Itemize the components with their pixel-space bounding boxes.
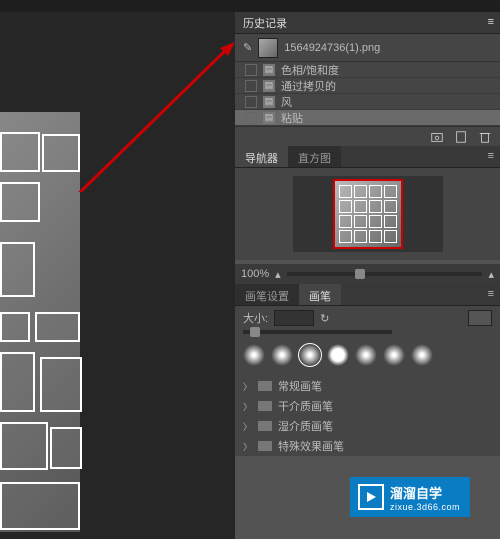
tab-histogram[interactable]: 直方图 [288, 146, 341, 167]
brush-source-icon[interactable]: ✎ [243, 41, 252, 54]
brush-folder[interactable]: 〉 湿介质画笔 [235, 416, 500, 436]
new-document-icon[interactable] [454, 130, 468, 144]
navigator-preview[interactable] [293, 176, 443, 252]
brand-url: zixue.3d66.com [390, 502, 460, 512]
history-item-label: 粘贴 [281, 110, 303, 126]
folder-label: 干介质画笔 [278, 398, 333, 414]
history-list: ✎ 1564924736(1).png ▤ 色相/饱和度 ▤ 通过拷贝的 ▤ 风 [235, 34, 500, 146]
chevron-right-icon: 〉 [243, 440, 252, 453]
history-panel-header: 历史记录 ≡ [235, 12, 500, 34]
history-thumbnail [258, 38, 278, 58]
panel-menu-icon[interactable]: ≡ [482, 146, 500, 167]
slider-thumb[interactable] [250, 327, 260, 337]
tab-brushes[interactable]: 画笔 [299, 284, 341, 305]
folder-label: 湿介质画笔 [278, 418, 333, 434]
navigator-body [235, 168, 500, 260]
history-title: 历史记录 [243, 15, 287, 31]
brush-size-slider[interactable] [243, 330, 392, 334]
brush-preset[interactable] [355, 344, 377, 366]
brush-preview-toggle[interactable] [468, 310, 492, 326]
navigator-zoom-row: 100% ▴ ▴ [235, 264, 500, 284]
layer-icon: ▤ [263, 112, 275, 124]
tab-brush-settings[interactable]: 画笔设置 [235, 284, 299, 305]
brush-size-input[interactable] [274, 310, 314, 326]
brush-presets [235, 338, 500, 376]
zoom-in-icon[interactable]: ▴ [488, 268, 494, 281]
brush-size-label: 大小: [243, 310, 268, 326]
brush-tabs: 画笔设置 画笔 ≡ [235, 284, 500, 306]
history-item[interactable]: ▤ 风 [235, 94, 500, 110]
chevron-right-icon: 〉 [243, 420, 252, 433]
brush-folder[interactable]: 〉 特殊效果画笔 [235, 436, 500, 456]
play-icon [358, 484, 384, 510]
history-item[interactable]: ▤ 粘贴 [235, 110, 500, 126]
history-slot[interactable] [245, 96, 257, 108]
folder-icon [258, 401, 272, 411]
folder-icon [258, 381, 272, 391]
layer-icon: ▤ [263, 64, 275, 76]
history-footer [235, 126, 500, 146]
history-item-label: 通过拷贝的 [281, 78, 336, 94]
history-item[interactable]: ▤ 通过拷贝的 [235, 78, 500, 94]
chevron-right-icon: 〉 [243, 400, 252, 413]
folder-label: 常规画笔 [278, 378, 322, 394]
history-item-label: 色相/饱和度 [281, 62, 339, 78]
folder-label: 特殊效果画笔 [278, 438, 344, 454]
brush-preset[interactable] [411, 344, 433, 366]
chevron-right-icon: 〉 [243, 380, 252, 393]
history-item[interactable]: ▤ 色相/饱和度 [235, 62, 500, 78]
history-slot[interactable] [245, 80, 257, 92]
zoom-slider-thumb[interactable] [355, 269, 365, 279]
history-filename: 1564924736(1).png [284, 42, 380, 54]
history-slot[interactable] [245, 112, 257, 124]
trash-icon[interactable] [478, 130, 492, 144]
brush-controls: 大小: ↻ [235, 306, 500, 330]
zoom-out-icon[interactable]: ▴ [275, 268, 281, 281]
annotation-arrow [60, 42, 235, 192]
zoom-value[interactable]: 100% [241, 268, 269, 280]
history-snapshot-row[interactable]: ✎ 1564924736(1).png [235, 34, 500, 62]
flip-icon[interactable]: ↻ [320, 312, 329, 325]
folder-icon [258, 421, 272, 431]
brush-preset[interactable] [299, 344, 321, 366]
canvas-area[interactable] [0, 12, 235, 539]
folder-icon [258, 441, 272, 451]
navigator-tabs: 导航器 直方图 ≡ [235, 146, 500, 168]
brush-preset[interactable] [271, 344, 293, 366]
layer-icon: ▤ [263, 80, 275, 92]
history-item-label: 风 [281, 94, 292, 110]
brush-preset[interactable] [243, 344, 265, 366]
brush-folder[interactable]: 〉 常规画笔 [235, 376, 500, 396]
snapshot-icon[interactable] [430, 130, 444, 144]
brand-name: 溜溜自学 [390, 483, 460, 502]
panel-menu-icon[interactable]: ≡ [488, 16, 494, 28]
navigator-viewport-box[interactable] [333, 179, 403, 249]
brand-watermark: 溜溜自学 zixue.3d66.com [350, 477, 470, 517]
brush-preset[interactable] [383, 344, 405, 366]
brush-preset[interactable] [327, 344, 349, 366]
zoom-slider[interactable] [287, 272, 483, 276]
history-slot[interactable] [245, 64, 257, 76]
tab-navigator[interactable]: 导航器 [235, 146, 288, 167]
layer-icon: ▤ [263, 96, 275, 108]
panel-menu-icon[interactable]: ≡ [482, 284, 500, 305]
brush-folder[interactable]: 〉 干介质画笔 [235, 396, 500, 416]
